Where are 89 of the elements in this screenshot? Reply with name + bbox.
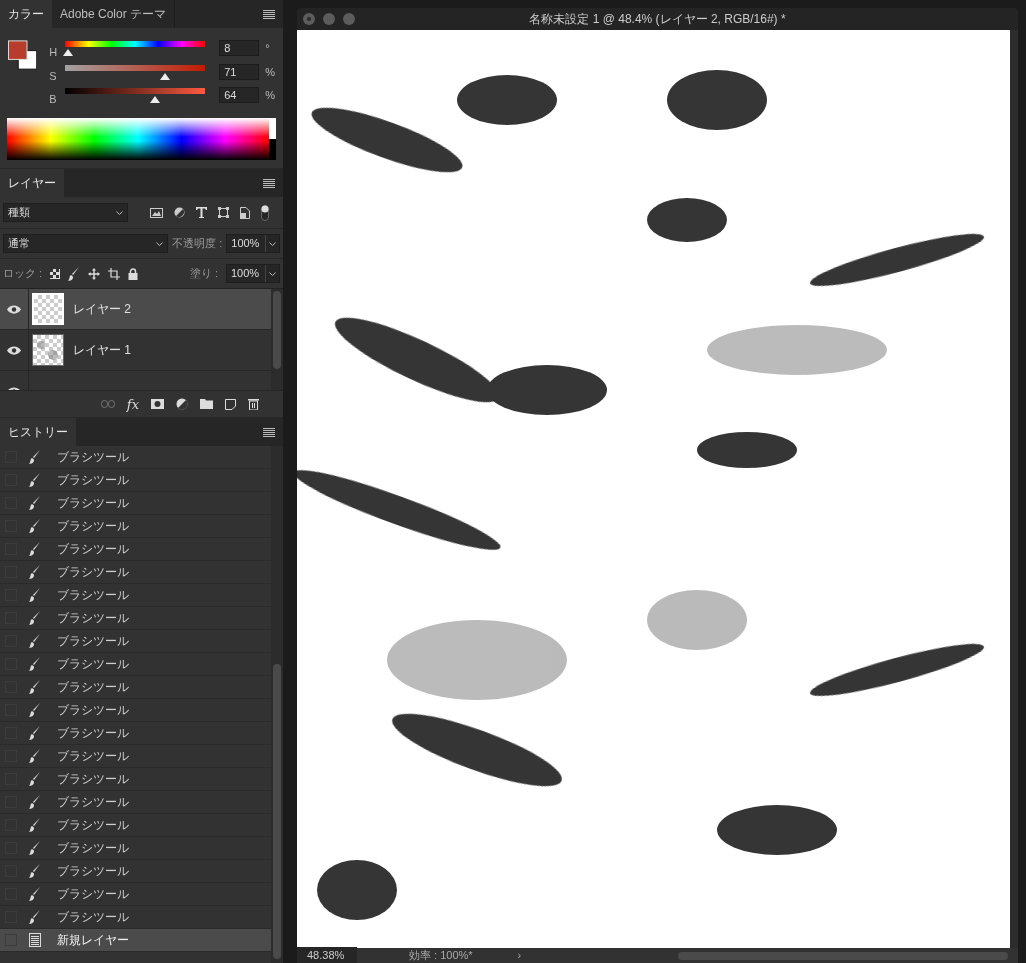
fill-field[interactable]: 100% <box>226 264 280 283</box>
history-label: ブラシツール <box>57 541 129 558</box>
adjustment-filter-icon[interactable] <box>174 207 185 218</box>
history-label: ブラシツール <box>57 725 129 742</box>
caret-icon <box>269 241 276 246</box>
unit-label: % <box>265 64 275 80</box>
adjustment-layer-icon[interactable] <box>176 398 188 410</box>
history-label: ブラシツール <box>57 748 129 765</box>
move-icon[interactable] <box>88 267 101 280</box>
opacity-field[interactable]: 100% <box>226 234 280 253</box>
close-window-button[interactable] <box>303 13 315 25</box>
slider-thumb[interactable] <box>149 96 160 103</box>
layer-name: レイヤー 1 <box>73 342 131 359</box>
history-label: ブラシツール <box>57 495 129 512</box>
fill-label: 塗り : <box>189 266 218 282</box>
filter-dropdown[interactable]: 種類 <box>3 203 128 222</box>
history-label: ブラシツール <box>57 909 129 926</box>
history-label: ブラシツール <box>57 472 129 489</box>
panel-tab[interactable]: レイヤー <box>0 169 64 197</box>
scrollbar[interactable] <box>271 446 283 963</box>
color-swatches-drawing[interactable] <box>8 40 38 70</box>
value-field[interactable]: 71 <box>219 63 260 80</box>
new-layer-icon[interactable] <box>225 398 236 410</box>
slider-label: S <box>49 68 58 84</box>
unit-label: ° <box>265 41 270 56</box>
history-label: ブラシツール <box>57 886 129 903</box>
history-item[interactable]: 新規レイヤー <box>0 929 271 952</box>
layer-thumbnail <box>32 334 64 366</box>
smart-object-filter-icon[interactable] <box>240 206 250 219</box>
document-title: 名称未設定 1 @ 48.4% (レイヤー 2, RGB/16#) * <box>528 11 787 28</box>
layer-row[interactable]: レイヤー 1 <box>0 330 271 371</box>
blend-mode-dropdown[interactable]: 通常 <box>3 234 169 253</box>
minimize-window-button[interactable] <box>323 13 335 25</box>
slider-label: B <box>49 92 58 107</box>
link-icon[interactable] <box>100 400 115 408</box>
caret-icon <box>116 210 123 215</box>
history-label: ブラシツール <box>57 587 129 604</box>
mask-icon[interactable] <box>151 399 164 409</box>
panel-menu-icon[interactable] <box>263 427 275 437</box>
history-label: ブラシツール <box>57 518 129 535</box>
color-spectrum[interactable] <box>7 117 276 160</box>
panel-tab[interactable]: カラー <box>0 0 52 28</box>
filter-toggle-icon[interactable] <box>261 204 269 221</box>
layer-name: レイヤー 2 <box>73 301 131 318</box>
eye-icon[interactable] <box>7 345 21 355</box>
layer-thumbnail <box>32 293 64 325</box>
unit-label: % <box>265 88 275 103</box>
panel-tab[interactable]: ヒストリー <box>0 418 76 446</box>
caret-icon <box>156 241 164 246</box>
history-label: ブラシツール <box>57 564 129 581</box>
zoom-window-button[interactable] <box>343 13 355 25</box>
lock-transparency-icon[interactable] <box>50 268 61 279</box>
history-label: ブラシツール <box>57 633 129 650</box>
history-label: ブラシツール <box>57 449 129 466</box>
slider-thumb[interactable] <box>63 49 74 56</box>
horizontal-scrollbar[interactable] <box>678 951 1008 960</box>
caret-icon <box>269 271 276 276</box>
trash-icon[interactable] <box>248 398 259 410</box>
history-label: ブラシツール <box>57 610 129 627</box>
effects-button[interactable]: fx <box>126 397 139 411</box>
document-icon <box>29 933 41 947</box>
history-label: ブラシツール <box>57 817 129 834</box>
history-label: ブラシツール <box>57 863 129 880</box>
lock-icon[interactable] <box>128 267 139 280</box>
scrollbar[interactable] <box>1010 30 1018 948</box>
history-label: ブラシツール <box>57 656 129 673</box>
zoom-level[interactable]: 48.38% <box>297 947 357 963</box>
history-label: ブラシツール <box>57 840 129 857</box>
history-label: 新規レイヤー <box>57 932 129 949</box>
panel-menu-icon[interactable] <box>263 9 275 19</box>
crop-icon[interactable] <box>108 267 121 280</box>
eye-icon[interactable] <box>7 304 21 314</box>
history-label: ブラシツール <box>57 771 129 788</box>
efficiency-status: 効率 : 100%* <box>409 948 473 963</box>
scrollbar[interactable] <box>271 289 283 390</box>
value-field[interactable]: 64 <box>219 87 260 103</box>
opacity-label: 不透明度 : <box>172 236 223 252</box>
value-field[interactable]: 8 <box>219 40 260 56</box>
type-filter-icon[interactable] <box>196 207 207 218</box>
shape-filter-icon[interactable] <box>218 207 229 218</box>
panel-menu-icon[interactable] <box>263 178 275 188</box>
history-label: ブラシツール <box>57 679 129 696</box>
history-label: ブラシツール <box>57 702 129 719</box>
history-label: ブラシツール <box>57 794 129 811</box>
slider-label: H <box>49 45 59 60</box>
folder-icon[interactable] <box>200 399 213 409</box>
layer-row[interactable]: レイヤー 2 <box>0 289 271 330</box>
lock-label: ロック : <box>3 266 43 282</box>
image-filter-icon[interactable] <box>150 207 163 218</box>
